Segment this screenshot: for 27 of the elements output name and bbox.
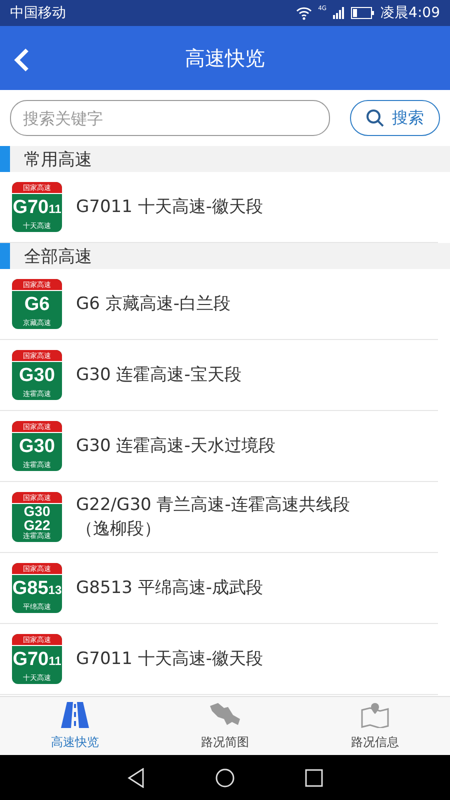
clock-time: 凌晨4:09 <box>380 4 440 22</box>
tab-item[interactable]: 高速快览 <box>0 697 150 755</box>
home-icon[interactable] <box>215 768 235 788</box>
search-icon <box>366 109 384 127</box>
page-title: 高速快览 <box>185 44 265 72</box>
section-header: 常用高速 <box>0 146 450 172</box>
highway-name[interactable]: G6 京藏高速-白兰段 <box>76 292 368 316</box>
signal-icon <box>332 7 345 19</box>
map-icon <box>208 702 242 728</box>
wifi-icon <box>296 6 312 20</box>
tab-item[interactable]: 路况信息 <box>300 697 450 755</box>
carrier-name: 中国移动 <box>10 4 66 22</box>
highway-name[interactable]: G30 连霍高速-天水过境段 <box>76 434 368 458</box>
highway-name[interactable]: G7011 十天高速-徽天段 <box>76 195 368 219</box>
back-icon[interactable] <box>127 768 145 788</box>
highway-name[interactable]: G7011 十天高速-徽天段 <box>76 647 368 671</box>
recent-apps-icon[interactable] <box>305 768 323 786</box>
tab-item[interactable]: 路况简图 <box>150 697 300 755</box>
search-button[interactable]: 搜索 <box>350 100 440 136</box>
road-icon <box>61 702 89 728</box>
highway-name[interactable]: G22/G30 青兰高速-连霍高速共线段（逸柳段） <box>76 493 368 541</box>
section-header: 全部高速 <box>0 243 450 269</box>
highway-name[interactable]: G30 连霍高速-宝天段 <box>76 363 368 387</box>
map-pin-icon <box>360 702 390 728</box>
battery-icon <box>350 7 375 19</box>
search-field[interactable]: 搜索关键字 <box>10 100 330 136</box>
highway-name[interactable]: G8513 平绵高速-成武段 <box>76 576 368 600</box>
